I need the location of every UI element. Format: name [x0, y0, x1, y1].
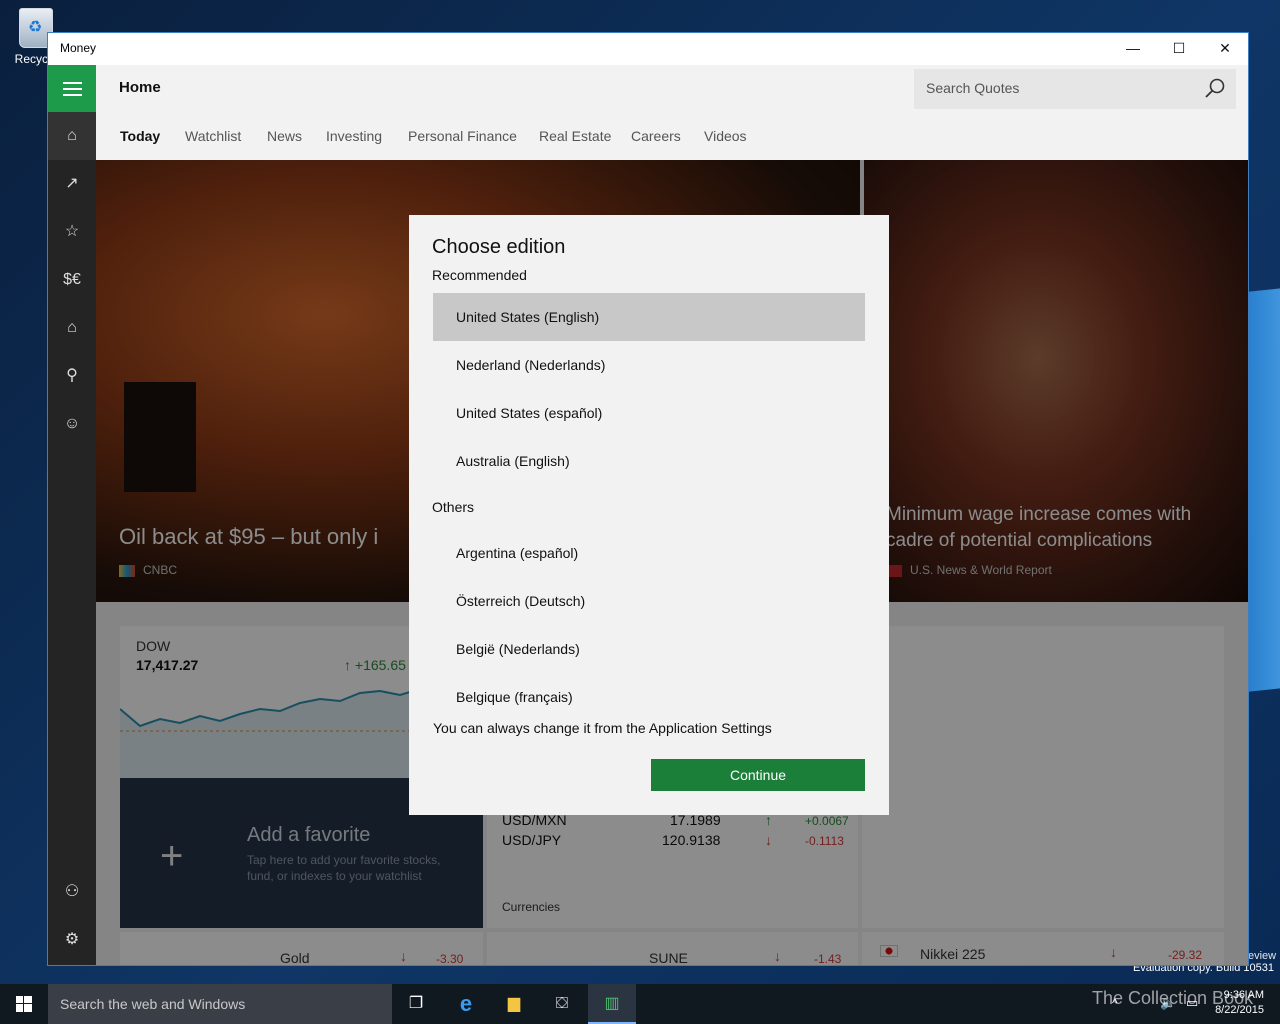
- edition-option[interactable]: United States (español): [433, 389, 865, 437]
- edition-option[interactable]: Belgique (français): [433, 673, 865, 721]
- close-button[interactable]: ✕: [1202, 33, 1248, 63]
- page-title: Home: [119, 79, 161, 96]
- tab-videos[interactable]: Videos: [704, 128, 747, 144]
- search-input[interactable]: Search Quotes: [926, 80, 1019, 96]
- hamburger-icon-bar: [63, 82, 82, 84]
- sidebar: ⌂ ↗ ☆ $€ ⌂ ⚲ ☺ ⚇ ⚙: [48, 112, 96, 965]
- money-app-icon[interactable]: ▥: [588, 984, 636, 1024]
- choose-edition-dialog: Choose edition Recommended United States…: [409, 215, 889, 815]
- continue-button[interactable]: Continue: [651, 759, 865, 791]
- account-icon[interactable]: ⚇: [48, 868, 96, 916]
- windows-logo-icon: [16, 996, 32, 1012]
- maximize-button[interactable]: ☐: [1156, 33, 1202, 63]
- category-tabs: Today Watchlist News Investing Personal …: [96, 112, 1248, 160]
- taskbar-search-box[interactable]: Search the web and Windows: [48, 984, 392, 1024]
- task-view-icon[interactable]: ❐: [392, 984, 440, 1024]
- careers-icon[interactable]: ⚲: [48, 352, 96, 400]
- taskbar-search-input[interactable]: Search the web and Windows: [60, 996, 245, 1012]
- settings-gear-icon[interactable]: ⚙: [48, 916, 96, 964]
- edition-option[interactable]: Nederland (Nederlands): [433, 341, 865, 389]
- tab-personal-finance[interactable]: Personal Finance: [408, 128, 517, 144]
- search-icon[interactable]: [1204, 77, 1226, 99]
- edge-icon[interactable]: e: [442, 984, 490, 1024]
- dialog-note: You can always change it from the Applic…: [433, 720, 772, 736]
- tab-investing[interactable]: Investing: [326, 128, 382, 144]
- tab-watchlist[interactable]: Watchlist: [185, 128, 241, 144]
- money-app-window: Money — ☐ ✕ Home Search Quotes ⌂ ↗ ☆ $€ …: [47, 32, 1249, 966]
- hamburger-icon-bar: [63, 88, 82, 90]
- feedback-icon[interactable]: ☺: [48, 400, 96, 448]
- collection-book-watermark: The Collection Book: [1092, 988, 1254, 1008]
- real-estate-icon[interactable]: ⌂: [48, 304, 96, 352]
- edition-option[interactable]: United States (English): [433, 293, 865, 341]
- currencies-icon[interactable]: $€: [48, 256, 96, 304]
- tab-today[interactable]: Today: [120, 128, 160, 144]
- edition-option[interactable]: België (Nederlands): [433, 625, 865, 673]
- taskbar: Search the web and Windows ❐ e ▆ ⛋ ▥ ^ 🔈…: [0, 984, 1280, 1024]
- dialog-title: Choose edition: [432, 236, 566, 258]
- recommended-label: Recommended: [432, 267, 527, 283]
- start-button[interactable]: [0, 984, 48, 1024]
- edition-option[interactable]: Australia (English): [433, 437, 865, 485]
- tab-news[interactable]: News: [267, 128, 302, 144]
- window-title: Money: [60, 41, 97, 55]
- edition-option[interactable]: Österreich (Deutsch): [433, 577, 865, 625]
- store-icon[interactable]: ⛋: [538, 984, 586, 1024]
- hamburger-icon-bar: [63, 94, 82, 96]
- hamburger-menu-button[interactable]: [48, 65, 96, 112]
- file-explorer-icon[interactable]: ▆: [490, 984, 538, 1024]
- tab-careers[interactable]: Careers: [631, 128, 681, 144]
- home-icon[interactable]: ⌂: [48, 112, 96, 160]
- title-bar: Money — ☐ ✕: [48, 33, 1248, 65]
- preview-watermark-fragment: eview: [1248, 950, 1277, 962]
- markets-icon[interactable]: ↗: [48, 160, 96, 208]
- others-label: Others: [432, 499, 475, 515]
- watchlist-icon[interactable]: ☆: [48, 208, 96, 256]
- search-quotes-box[interactable]: Search Quotes: [914, 69, 1236, 109]
- tab-real-estate[interactable]: Real Estate: [539, 128, 611, 144]
- minimize-button[interactable]: —: [1110, 33, 1156, 63]
- edition-option[interactable]: Argentina (español): [433, 529, 865, 577]
- app-header: Home Search Quotes: [48, 65, 1248, 112]
